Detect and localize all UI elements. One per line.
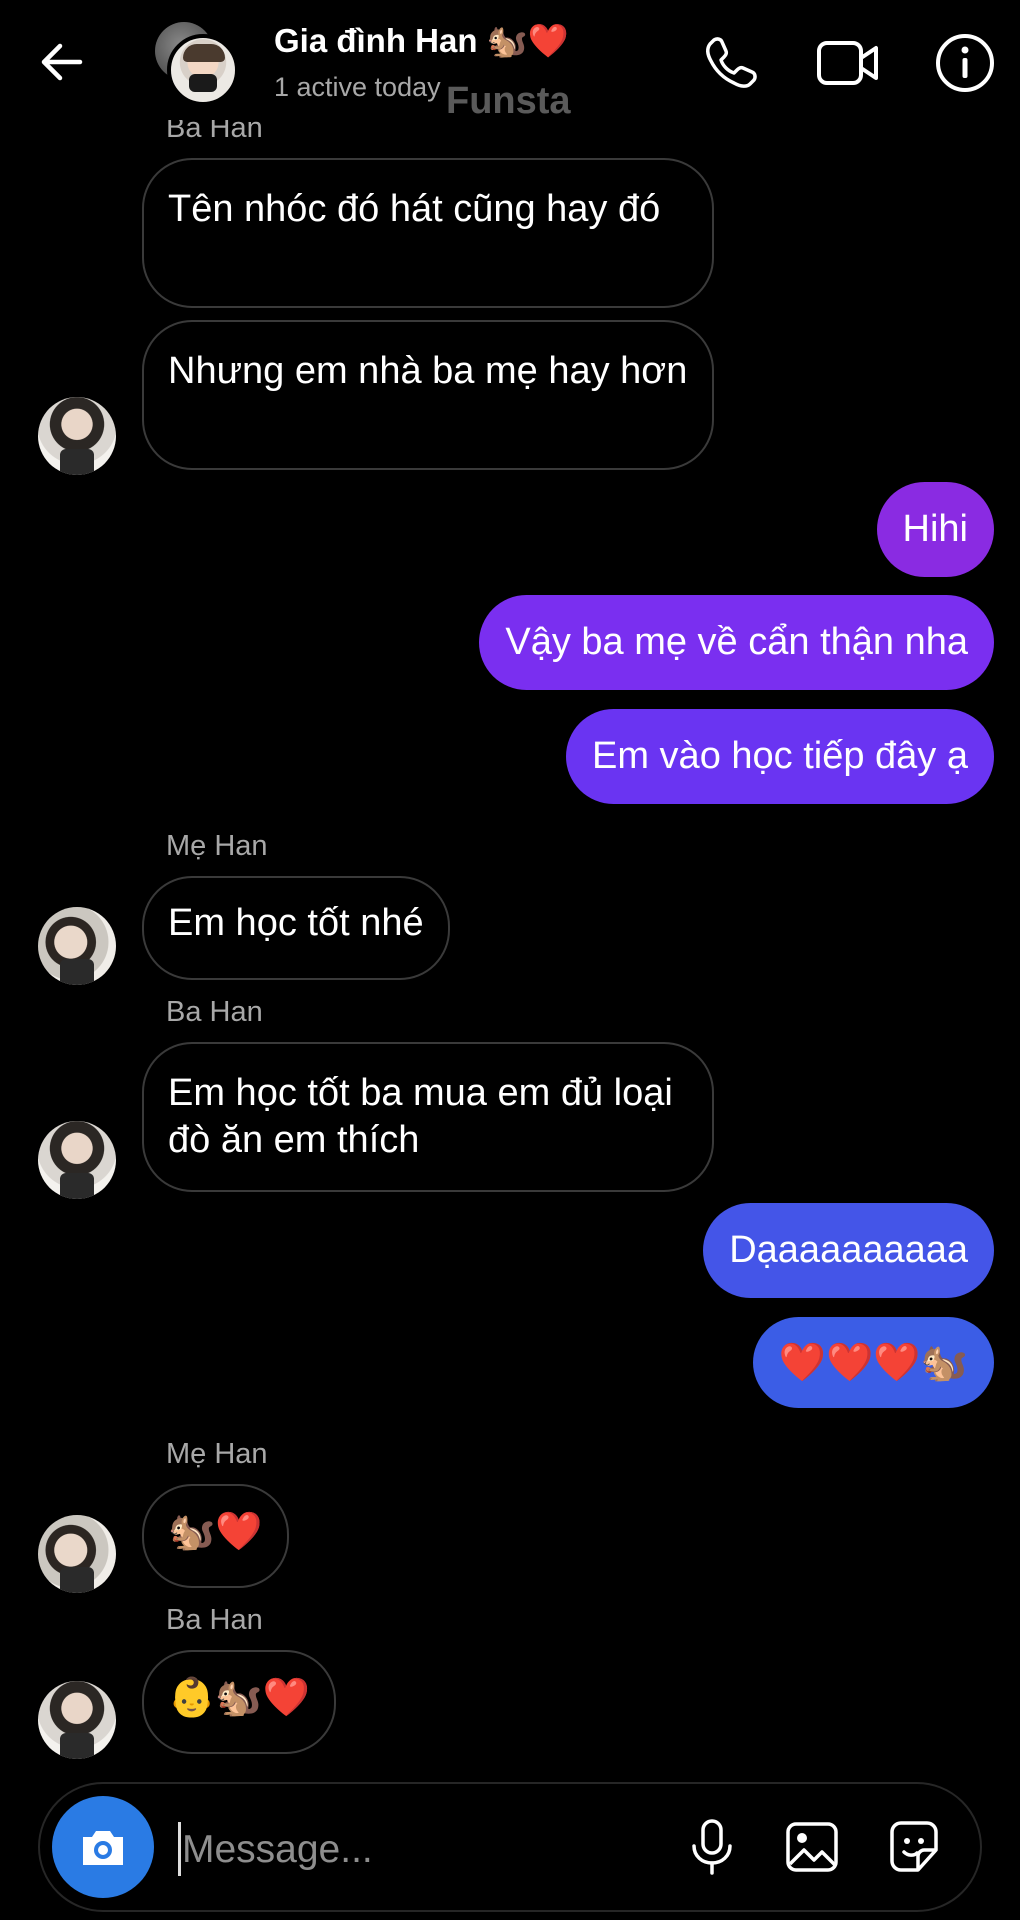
chat-header: Gia đình Han 🐿️❤️ 1 active today Funsta (0, 0, 1020, 122)
back-arrow-icon[interactable] (38, 38, 86, 86)
message-text: 🐿️❤️ (168, 1509, 263, 1553)
message-bubble-outgoing[interactable]: Vậy ba mẹ về cẩn thận nha (479, 595, 994, 690)
sender-name: Mẹ Han (166, 1438, 268, 1470)
chat-title[interactable]: Gia đình Han 🐿️❤️ (274, 22, 569, 61)
avatar[interactable] (38, 1681, 116, 1759)
message-text: Dạaaaaaaaaa (729, 1229, 968, 1271)
message-bubble-incoming[interactable]: Nhưng em nhà ba mẹ hay hơn (142, 320, 714, 470)
message-bubble-incoming[interactable]: Em học tốt ba mua em đủ loại đò ăn em th… (142, 1042, 714, 1192)
avatar[interactable] (38, 397, 116, 475)
group-avatar-front (167, 34, 239, 106)
info-icon[interactable] (934, 32, 996, 94)
message-text: Em vào học tiếp đây ạ (592, 735, 968, 777)
sender-name: Ba Han (166, 996, 263, 1028)
message-text: Em học tốt nhé (168, 902, 424, 944)
group-avatar[interactable] (155, 22, 239, 106)
gallery-icon[interactable] (782, 1816, 842, 1878)
sticker-icon[interactable] (884, 1816, 944, 1878)
avatar[interactable] (38, 1121, 116, 1199)
message-bubble-incoming[interactable]: 🐿️❤️ (142, 1484, 289, 1588)
message-text: Tên nhóc đó hát cũng hay đó (168, 188, 661, 230)
watermark: Funsta (446, 80, 571, 122)
message-bubble-incoming[interactable]: Em học tốt nhé (142, 876, 450, 980)
camera-icon (83, 1831, 123, 1865)
message-text: 👶🐿️❤️ (168, 1675, 310, 1719)
message-input[interactable] (182, 1822, 662, 1878)
message-bubble-outgoing[interactable]: ❤️❤️❤️🐿️ (752, 1317, 994, 1408)
message-bubble-incoming[interactable]: Tên nhóc đó hát cũng hay đó (142, 158, 714, 308)
message-text: Hihi (902, 508, 968, 550)
message-text: Nhưng em nhà ba mẹ hay hơn (168, 350, 688, 392)
microphone-icon[interactable] (682, 1816, 742, 1878)
text-cursor (178, 1822, 181, 1876)
message-bubble-outgoing[interactable]: Em vào học tiếp đây ạ (566, 709, 994, 804)
camera-button[interactable] (52, 1796, 154, 1898)
message-text: Em học tốt ba mua em đủ loại đò ăn em th… (168, 1072, 673, 1161)
message-text: Vậy ba mẹ về cẩn thận nha (505, 621, 968, 663)
sender-name: Mẹ Han (166, 830, 268, 862)
phone-call-icon[interactable] (700, 32, 762, 94)
message-text: ❤️❤️❤️🐿️ (778, 1340, 968, 1384)
message-bubble-incoming[interactable]: 👶🐿️❤️ (142, 1650, 336, 1754)
message-bubble-outgoing[interactable]: Hihi (876, 482, 994, 577)
message-bubble-outgoing[interactable]: Dạaaaaaaaaa (703, 1203, 994, 1298)
video-call-icon[interactable] (816, 32, 880, 94)
avatar[interactable] (38, 1515, 116, 1593)
active-status: 1 active today (274, 72, 441, 102)
avatar[interactable] (38, 907, 116, 985)
sender-name: Ba Han (166, 1604, 263, 1636)
